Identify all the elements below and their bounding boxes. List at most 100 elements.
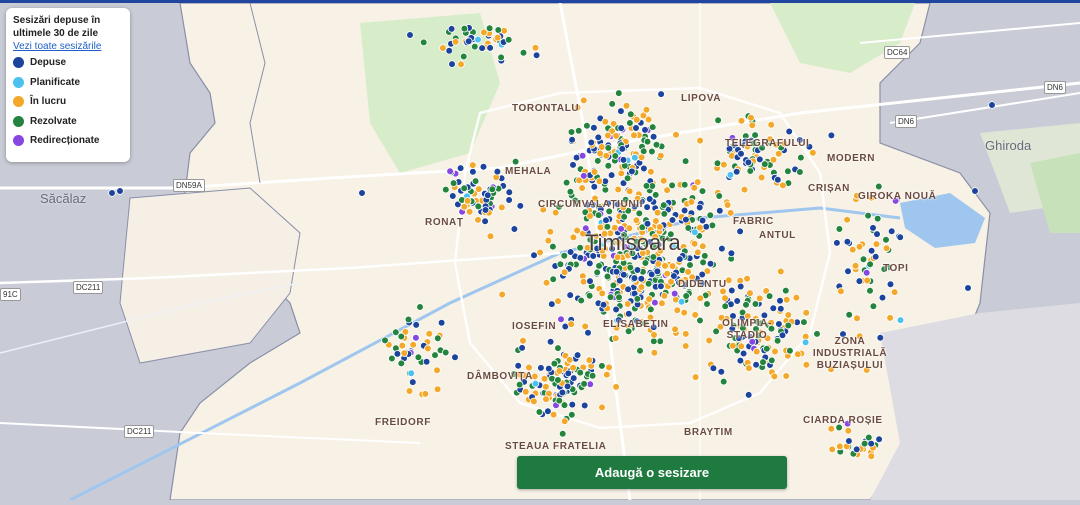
report-marker[interactable] — [608, 100, 616, 108]
report-marker[interactable] — [625, 187, 634, 196]
report-marker[interactable] — [602, 151, 611, 160]
report-marker[interactable] — [657, 282, 665, 291]
report-marker[interactable] — [422, 357, 431, 366]
report-marker[interactable] — [594, 211, 603, 219]
report-marker[interactable] — [515, 380, 524, 389]
report-marker[interactable] — [718, 244, 726, 253]
report-marker[interactable] — [684, 224, 693, 232]
report-marker[interactable] — [645, 195, 654, 203]
report-marker[interactable] — [896, 316, 905, 324]
report-marker[interactable] — [671, 325, 679, 334]
add-report-button[interactable]: Adaugă o sesizare — [517, 456, 787, 489]
report-marker[interactable] — [767, 356, 776, 365]
report-marker[interactable] — [530, 251, 538, 260]
report-marker[interactable] — [585, 259, 594, 268]
report-marker[interactable] — [540, 374, 549, 383]
report-marker[interactable] — [469, 168, 477, 176]
report-marker[interactable] — [560, 251, 569, 260]
report-marker[interactable] — [624, 309, 633, 318]
report-marker[interactable] — [511, 157, 520, 166]
report-marker[interactable] — [531, 379, 540, 388]
report-marker[interactable] — [569, 233, 578, 242]
report-marker[interactable] — [827, 424, 836, 433]
report-marker[interactable] — [593, 268, 601, 277]
report-marker[interactable] — [606, 293, 615, 301]
report-marker[interactable] — [855, 242, 864, 251]
report-marker[interactable] — [556, 260, 565, 269]
report-marker[interactable] — [873, 214, 882, 223]
report-marker[interactable] — [767, 121, 775, 129]
report-marker[interactable] — [493, 33, 502, 42]
report-marker[interactable] — [890, 288, 899, 296]
report-marker[interactable] — [748, 121, 757, 130]
report-marker[interactable] — [727, 286, 736, 295]
report-marker[interactable] — [636, 346, 644, 355]
report-marker[interactable] — [611, 152, 620, 160]
report-marker[interactable] — [483, 191, 492, 200]
report-marker[interactable] — [700, 252, 709, 260]
report-marker[interactable] — [574, 126, 583, 135]
report-marker[interactable] — [544, 364, 553, 373]
report-marker[interactable] — [640, 164, 648, 173]
report-marker[interactable] — [675, 255, 684, 263]
report-marker[interactable] — [597, 143, 606, 151]
report-marker[interactable] — [776, 267, 785, 276]
report-marker[interactable] — [682, 215, 690, 224]
report-marker[interactable] — [690, 183, 699, 192]
report-marker[interactable] — [717, 367, 726, 376]
report-marker[interactable] — [612, 132, 620, 140]
report-marker[interactable] — [437, 318, 446, 327]
report-marker[interactable] — [659, 201, 668, 209]
report-marker[interactable] — [576, 254, 585, 262]
report-marker[interactable] — [845, 437, 853, 445]
report-marker[interactable] — [448, 192, 457, 200]
report-marker[interactable] — [493, 167, 502, 176]
report-marker[interactable] — [568, 400, 577, 409]
report-marker[interactable] — [737, 150, 745, 158]
report-marker[interactable] — [744, 158, 753, 167]
report-marker[interactable] — [641, 259, 650, 267]
report-marker[interactable] — [633, 295, 642, 303]
report-marker[interactable] — [398, 341, 407, 350]
report-marker[interactable] — [412, 321, 421, 329]
report-marker[interactable] — [779, 181, 787, 190]
report-marker[interactable] — [530, 397, 538, 406]
report-marker[interactable] — [642, 106, 651, 114]
report-marker[interactable] — [696, 316, 704, 325]
report-marker[interactable] — [863, 276, 871, 285]
report-marker[interactable] — [598, 362, 606, 370]
report-marker[interactable] — [408, 378, 417, 386]
report-marker[interactable] — [882, 244, 891, 253]
report-marker[interactable] — [464, 37, 473, 45]
report-marker[interactable] — [736, 282, 745, 291]
report-marker[interactable] — [650, 331, 658, 339]
report-marker[interactable] — [690, 239, 699, 248]
report-marker[interactable] — [719, 377, 728, 386]
report-marker[interactable] — [742, 300, 750, 309]
report-marker[interactable] — [835, 225, 844, 233]
report-marker[interactable] — [800, 318, 808, 326]
report-marker[interactable] — [644, 115, 653, 124]
report-marker[interactable] — [860, 439, 869, 448]
report-marker[interactable] — [626, 119, 634, 127]
map-canvas[interactable]: Săcălaz Ghiroda Timișoara TORONTALU IOSE… — [0, 2, 1080, 502]
report-marker[interactable] — [793, 350, 802, 359]
report-marker[interactable] — [586, 277, 594, 285]
report-marker[interactable] — [784, 321, 793, 330]
report-marker[interactable] — [405, 387, 414, 395]
report-marker[interactable] — [726, 171, 735, 179]
report-marker[interactable] — [590, 123, 598, 132]
report-marker[interactable] — [510, 225, 519, 233]
report-marker[interactable] — [617, 107, 625, 115]
report-marker[interactable] — [554, 344, 562, 352]
report-marker[interactable] — [714, 116, 722, 125]
report-marker[interactable] — [599, 300, 608, 309]
report-marker[interactable] — [696, 223, 704, 232]
report-marker[interactable] — [869, 302, 878, 311]
report-marker[interactable] — [843, 215, 851, 224]
report-marker[interactable] — [546, 337, 555, 346]
report-marker[interactable] — [542, 395, 550, 403]
report-marker[interactable] — [698, 187, 707, 195]
report-marker[interactable] — [604, 162, 613, 170]
report-marker[interactable] — [677, 297, 686, 306]
